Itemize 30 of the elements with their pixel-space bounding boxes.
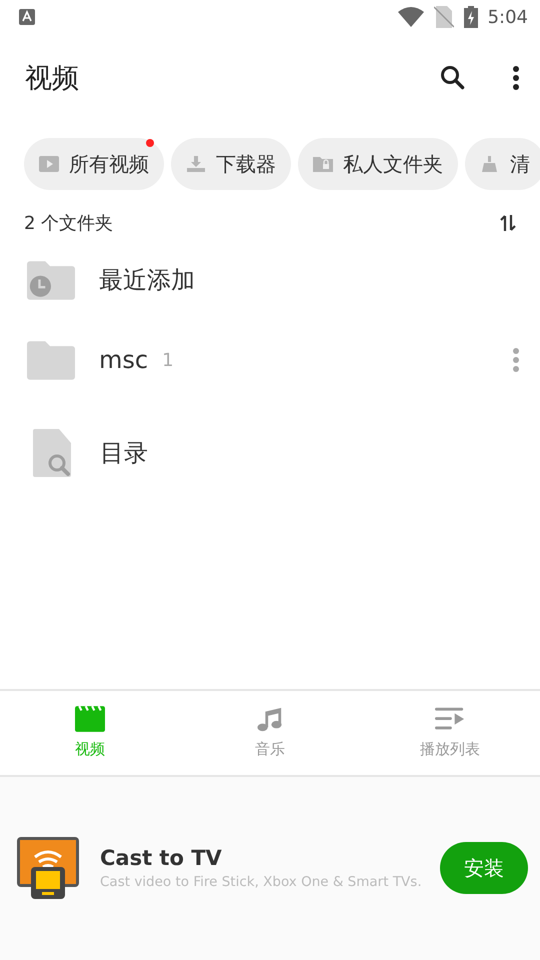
clock-folder-icon	[27, 260, 75, 300]
sort-button[interactable]	[500, 214, 516, 232]
download-icon	[186, 156, 206, 172]
folder-icon	[27, 340, 75, 380]
search-button[interactable]	[440, 65, 466, 91]
clock-time: 5:04	[488, 6, 528, 28]
clapperboard-icon	[75, 706, 105, 732]
broom-icon	[480, 156, 500, 172]
battery-charging-icon	[464, 6, 478, 28]
file-search-icon	[33, 428, 73, 476]
play-icon	[39, 156, 59, 172]
folder-name[interactable]: 最近添加	[99, 264, 195, 296]
ad-description: Cast video to Fire Stick, Xbox One & Smart TVs.	[100, 874, 423, 890]
wifi-icon	[398, 7, 424, 27]
item-count: 1	[162, 350, 174, 370]
keyboard-notification-icon	[19, 9, 35, 25]
filter-chip[interactable]: 清	[465, 138, 540, 190]
playlist-icon	[435, 706, 465, 732]
filter-chip[interactable]: 所有视频	[24, 138, 164, 190]
folder-name[interactable]: 目录	[100, 436, 148, 468]
folder-name[interactable]: msc	[99, 346, 148, 374]
filter-chip[interactable]: 下载器	[171, 138, 291, 190]
folder-count: 2 个文件夹	[24, 212, 114, 235]
page-title: 视频	[25, 62, 80, 96]
more-menu-button[interactable]	[512, 65, 520, 91]
no-sim-icon	[434, 6, 454, 28]
filter-chip[interactable]: 私人文件夹	[298, 138, 458, 190]
cast-app-icon	[17, 837, 79, 900]
lock-folder-icon	[313, 156, 333, 172]
ad-title: Cast to TV	[100, 846, 223, 870]
